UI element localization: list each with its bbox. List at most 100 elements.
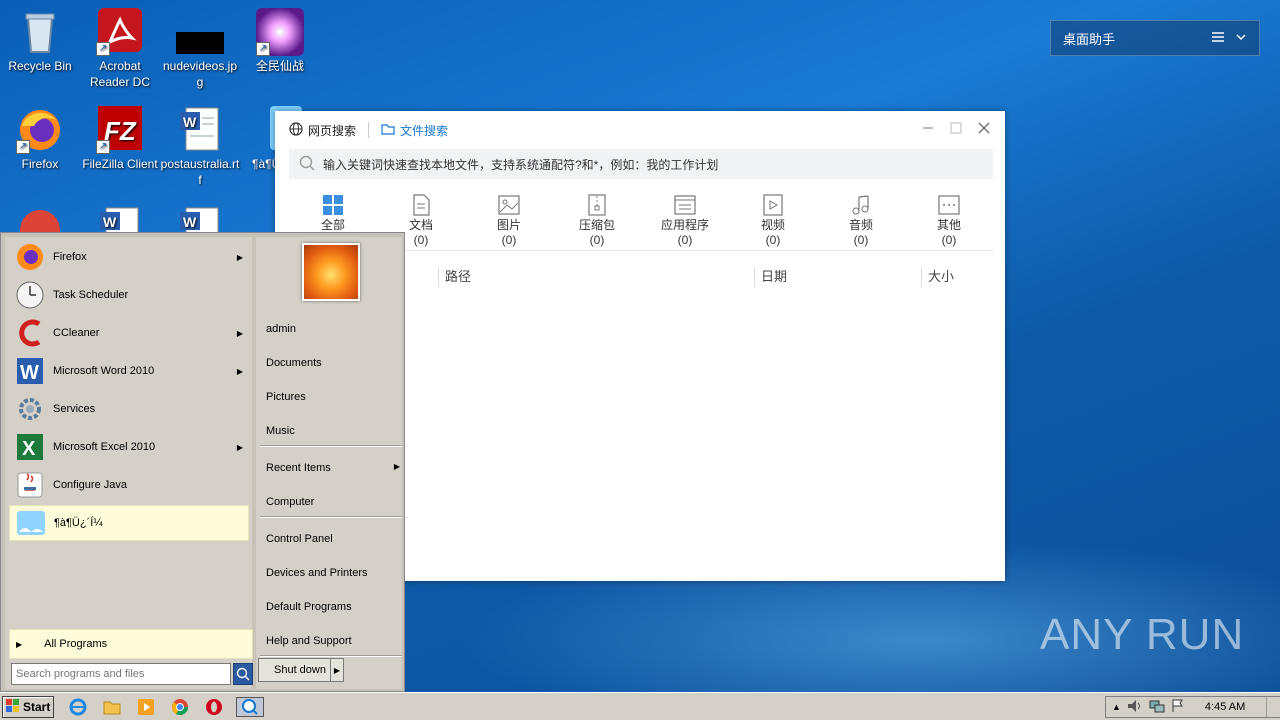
- tab-web-search[interactable]: 网页搜索: [289, 121, 368, 139]
- link-default-programs[interactable]: Default Programs: [266, 601, 352, 613]
- desktop-icon-label: postaustralia.rtf: [160, 157, 240, 187]
- ie-icon[interactable]: [68, 697, 88, 717]
- desktop-icon-label: 全民仙战: [255, 59, 304, 73]
- link-pictures[interactable]: Pictures: [266, 391, 306, 403]
- start-item-image-viewer[interactable]: ¶à¶Ü¿´Í¼: [9, 505, 249, 541]
- link-documents[interactable]: Documents: [266, 357, 322, 369]
- tab-divider: [368, 122, 370, 138]
- globe-icon: [289, 121, 303, 139]
- svg-text:W: W: [183, 114, 197, 130]
- recycle-bin-icon: [16, 8, 64, 56]
- explorer-folder-icon[interactable]: [102, 697, 122, 717]
- start-search-input[interactable]: [11, 663, 231, 685]
- java-icon: [13, 468, 47, 502]
- start-button[interactable]: Start: [2, 696, 54, 718]
- chrome-icon[interactable]: [170, 697, 190, 717]
- opera-icon[interactable]: [204, 697, 224, 717]
- game-icon: ↗: [256, 8, 304, 56]
- link-admin[interactable]: admin: [266, 323, 296, 335]
- start-item-ccleaner[interactable]: CCleaner ▶: [9, 315, 249, 351]
- link-devices-printers[interactable]: Devices and Printers: [266, 567, 368, 579]
- widget-title: 桌面助手: [1063, 31, 1116, 47]
- desktop-icon-acrobat[interactable]: ↗ Acrobat Reader DC: [80, 8, 160, 90]
- arrow-right-icon: ▶: [16, 639, 23, 649]
- search-icon[interactable]: [233, 663, 253, 685]
- desktop-icon-game[interactable]: ↗ 全民仙战: [240, 8, 320, 74]
- media-player-icon[interactable]: [136, 697, 156, 717]
- shutdown-options-arrow-icon[interactable]: ▶: [330, 658, 344, 682]
- category-archives[interactable]: 压缩包 (0): [553, 193, 641, 250]
- category-label: 文档: [408, 218, 433, 232]
- acrobat-icon: ↗: [96, 8, 144, 56]
- category-applications[interactable]: 应用程序 (0): [641, 193, 729, 250]
- link-music[interactable]: Music: [266, 425, 295, 437]
- word-document-icon: W: [176, 106, 224, 154]
- taskbar: Start ▲ 4:45 AM: [0, 692, 1280, 720]
- category-audio[interactable]: 音频 (0): [817, 193, 905, 250]
- excel-icon: X: [13, 430, 47, 464]
- link-computer[interactable]: Computer: [266, 496, 314, 508]
- submenu-arrow-icon: ▶: [236, 442, 243, 452]
- close-icon[interactable]: [977, 121, 991, 140]
- start-item-word[interactable]: W Microsoft Word 2010 ▶: [9, 353, 249, 389]
- start-item-services[interactable]: Services: [9, 391, 249, 427]
- windows-logo-icon: [6, 698, 20, 716]
- desktop-icon-filezilla[interactable]: FZ ↗ FileZilla Client: [80, 106, 160, 172]
- desktop-icon-label: FileZilla Client: [82, 157, 158, 171]
- application-icon: [641, 193, 729, 217]
- category-other[interactable]: 其他 (0): [905, 193, 993, 250]
- desktop-icon-firefox[interactable]: ↗ Firefox: [0, 106, 80, 172]
- column-header-size[interactable]: 大小: [921, 267, 954, 287]
- start-item-excel[interactable]: X Microsoft Excel 2010 ▶: [9, 429, 249, 465]
- tab-file-search[interactable]: 文件搜索: [381, 122, 460, 139]
- image-icon: [465, 193, 553, 217]
- clock-text[interactable]: 4:45 AM: [1205, 701, 1245, 713]
- show-desktop-button[interactable]: [1266, 697, 1280, 717]
- start-item-configure-java[interactable]: Configure Java: [9, 467, 249, 503]
- link-help-support[interactable]: Help and Support: [266, 635, 352, 647]
- firefox-icon: ↗: [16, 106, 64, 154]
- network-icon[interactable]: [1149, 699, 1165, 716]
- chevron-up-icon[interactable]: ▲: [1112, 702, 1121, 712]
- all-programs-button[interactable]: ▶ All Programs: [9, 629, 253, 659]
- clock-icon: [13, 278, 47, 312]
- search-app-taskbar-button[interactable]: [236, 697, 264, 717]
- link-recent-items[interactable]: Recent Items ▶: [266, 462, 400, 474]
- ccleaner-icon: [13, 316, 47, 350]
- desktop-icon-label: Acrobat Reader DC: [89, 59, 151, 89]
- desktop-helper-widget[interactable]: 桌面助手: [1050, 20, 1260, 56]
- menu-divider: [260, 516, 402, 518]
- desktop-icon-postaustralia[interactable]: W postaustralia.rtf: [160, 106, 240, 188]
- start-item-label: Microsoft Excel 2010: [53, 441, 156, 453]
- file-search-input[interactable]: 输入关键词快速查找本地文件，支持系统通配符?和*，例如：我的工作计划: [289, 149, 993, 179]
- svg-text:W: W: [103, 214, 117, 230]
- menu-icon[interactable]: [1211, 31, 1225, 46]
- category-videos[interactable]: 视频 (0): [729, 193, 817, 250]
- desktop-icon-recycle-bin[interactable]: Recycle Bin: [0, 8, 80, 74]
- desktop-icon-label: nudevideos.jpg: [162, 59, 238, 89]
- desktop-icon-nudevideos[interactable]: nudevideos.jpg: [160, 8, 240, 90]
- category-count: (0): [853, 233, 869, 247]
- start-item-firefox[interactable]: Firefox ▶: [9, 239, 249, 275]
- user-avatar[interactable]: [302, 243, 360, 301]
- gear-icon: [13, 392, 47, 426]
- flag-icon[interactable]: [1171, 699, 1185, 716]
- start-item-label: Services: [53, 403, 96, 415]
- category-count: (0): [501, 233, 517, 247]
- category-label: 压缩包: [578, 218, 615, 232]
- speaker-icon[interactable]: [1127, 699, 1143, 716]
- start-item-task-scheduler[interactable]: Task Scheduler: [9, 277, 249, 313]
- maximize-icon[interactable]: [949, 121, 963, 140]
- category-images[interactable]: 图片 (0): [465, 193, 553, 250]
- link-control-panel[interactable]: Control Panel: [266, 533, 333, 545]
- chevron-down-icon[interactable]: [1235, 31, 1247, 45]
- column-header-path[interactable]: 路径: [438, 267, 471, 287]
- search-icon: [299, 155, 315, 174]
- video-icon: [729, 193, 817, 217]
- minimize-icon[interactable]: [921, 121, 935, 140]
- category-label: 其他: [936, 218, 961, 232]
- start-item-label: Firefox: [53, 251, 87, 263]
- column-header-date[interactable]: 日期: [754, 267, 787, 287]
- category-count: (0): [765, 233, 781, 247]
- category-count: (0): [589, 233, 605, 247]
